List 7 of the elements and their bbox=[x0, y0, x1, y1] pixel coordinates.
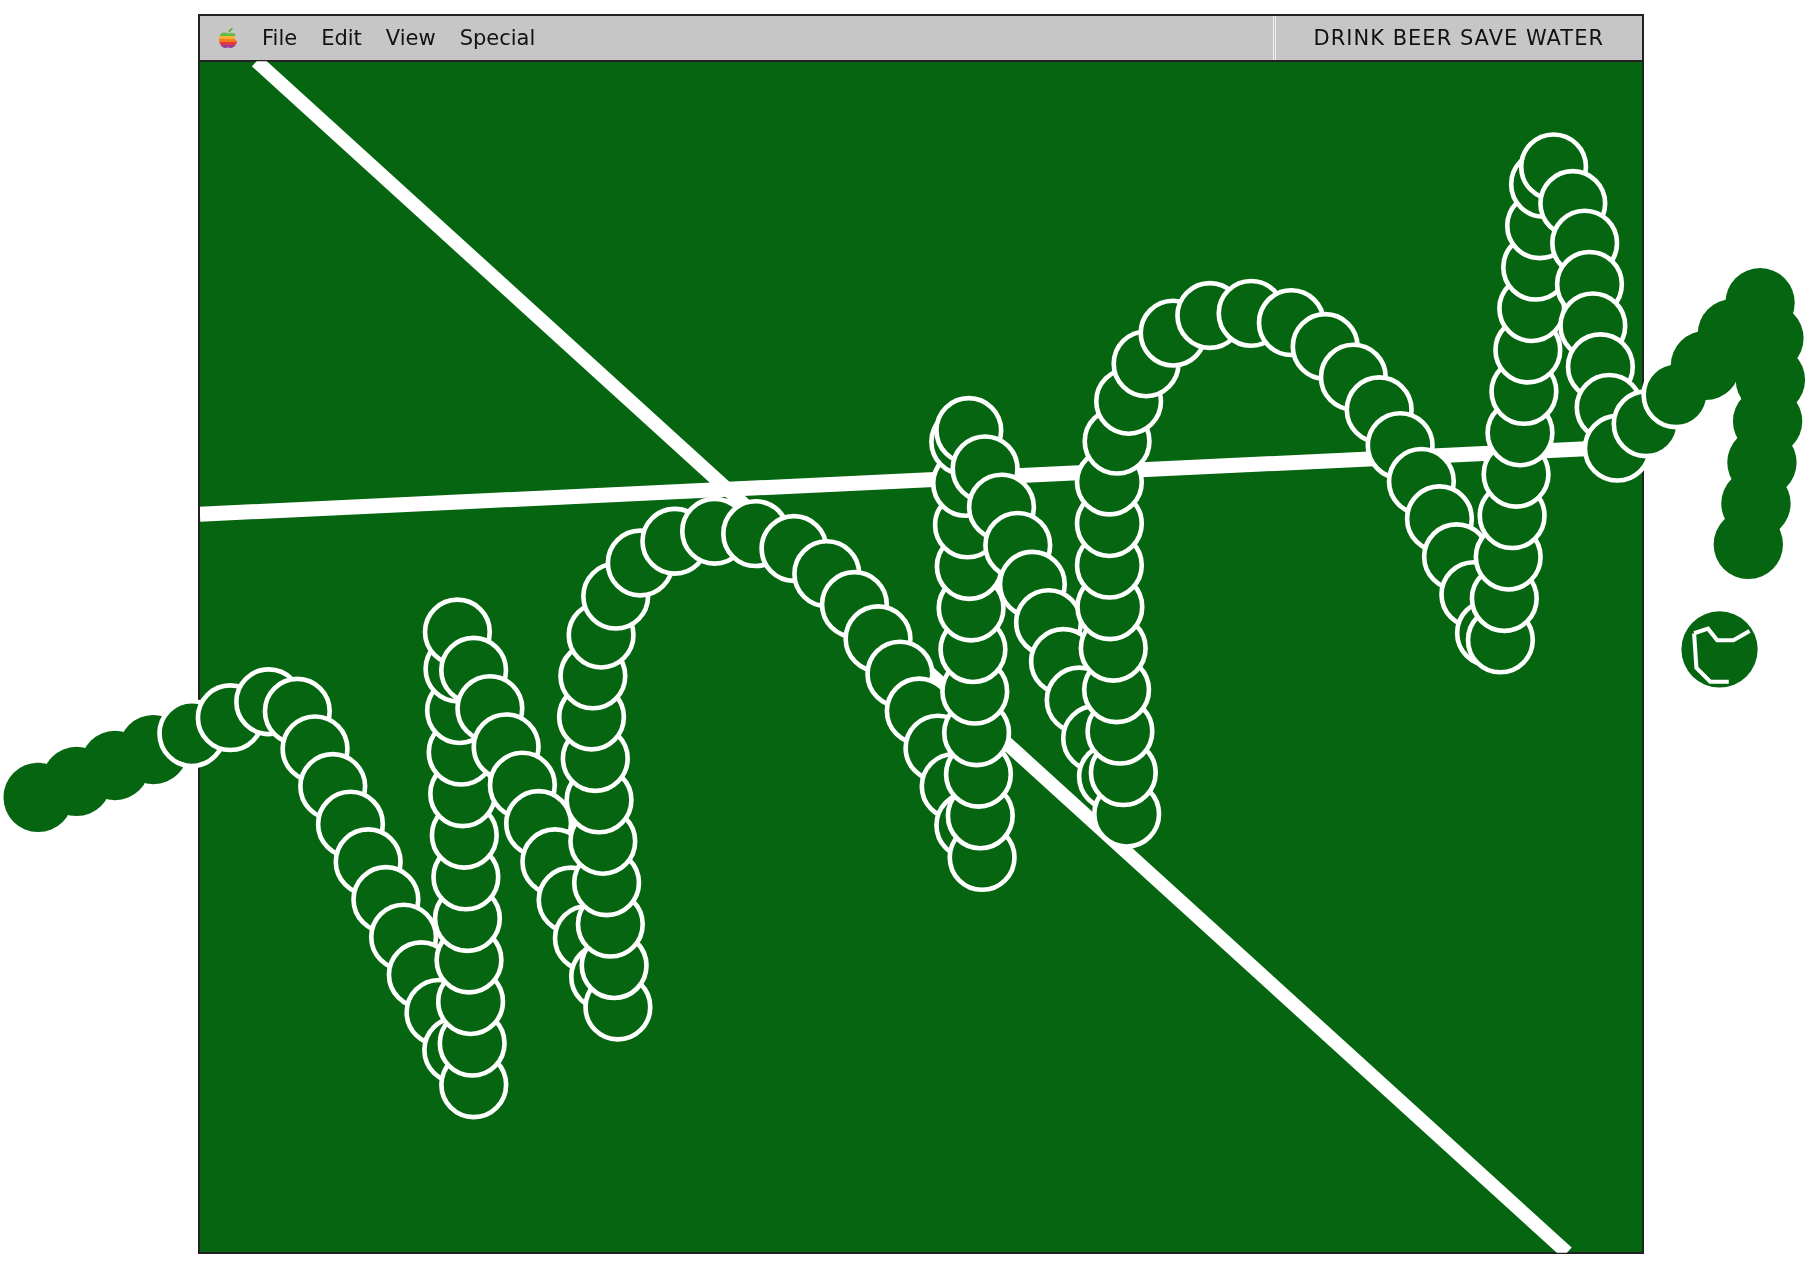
menu-item[interactable]: View bbox=[385, 26, 436, 50]
menu-item[interactable]: Edit bbox=[321, 26, 362, 50]
status-text: DRINK BEER SAVE WATER bbox=[1313, 26, 1604, 50]
apple-logo-icon[interactable] bbox=[218, 27, 238, 49]
menu-item[interactable]: File bbox=[262, 26, 298, 50]
pixel-ball-icon bbox=[1681, 611, 1758, 688]
menu-item[interactable]: Special bbox=[459, 26, 536, 50]
